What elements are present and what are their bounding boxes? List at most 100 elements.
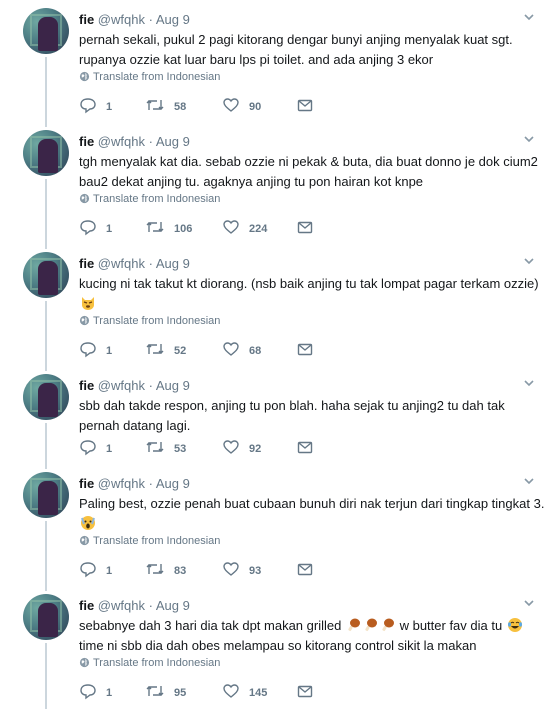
separator-dot: · — [148, 378, 153, 393]
timestamp[interactable]: Aug 9 — [156, 476, 190, 491]
envelope-icon — [297, 563, 313, 576]
chevron-down-icon[interactable] — [522, 475, 536, 487]
reply-button[interactable]: 1 — [79, 96, 112, 114]
avatar[interactable] — [23, 252, 69, 298]
scream-emoji — [81, 516, 95, 530]
avatar[interactable] — [23, 374, 69, 420]
tweet-actions: 1 95 145 — [79, 682, 319, 700]
like-button[interactable]: 92 — [222, 438, 261, 456]
envelope-icon — [297, 221, 313, 234]
drumstick-emoji — [365, 618, 377, 632]
tweet-header: fie @wfqhk · Aug 9 — [79, 256, 190, 271]
heart-icon — [223, 98, 239, 112]
tweet-text: pernah sekali, pukul 2 pagi kitorang den… — [79, 30, 549, 70]
like-button[interactable]: 68 — [222, 340, 261, 358]
translate-link[interactable]: Translate from Indonesian — [79, 193, 220, 206]
timestamp[interactable]: Aug 9 — [156, 378, 190, 393]
like-button[interactable]: 145 — [222, 682, 267, 700]
dm-button[interactable] — [297, 340, 313, 358]
dm-button[interactable] — [297, 96, 313, 114]
separator-dot: · — [148, 256, 153, 271]
username[interactable]: @wfqhk — [98, 598, 145, 613]
like-button[interactable]: 224 — [222, 218, 267, 236]
retweet-button[interactable]: 95 — [145, 682, 186, 700]
drumstick-emoji — [382, 618, 394, 632]
dm-button[interactable] — [297, 218, 313, 236]
separator-dot: · — [148, 12, 153, 27]
timestamp[interactable]: Aug 9 — [156, 134, 190, 149]
retweet-button[interactable]: 53 — [145, 438, 186, 456]
tweet[interactable]: fie @wfqhk · Aug 9 pernah sekali, pukul … — [0, 5, 557, 127]
separator-dot: · — [148, 476, 153, 491]
avatar[interactable] — [23, 130, 69, 176]
tweet-text: sbb dah takde respon, anjing tu pon blah… — [79, 396, 549, 436]
chevron-down-icon[interactable] — [522, 11, 536, 23]
retweet-count: 52 — [174, 345, 187, 357]
tweet[interactable]: fie @wfqhk · Aug 9 Paling best, ozzie pe… — [0, 469, 557, 591]
username[interactable]: @wfqhk — [98, 12, 145, 27]
username[interactable]: @wfqhk — [98, 256, 145, 271]
display-name[interactable]: fie — [79, 134, 94, 149]
reply-button[interactable]: 1 — [79, 340, 112, 358]
reply-count: 1 — [106, 565, 113, 577]
reply-button[interactable]: 1 — [79, 682, 112, 700]
retweet-button[interactable]: 58 — [145, 96, 186, 114]
display-name[interactable]: fie — [79, 256, 94, 271]
timestamp[interactable]: Aug 9 — [156, 12, 190, 27]
like-button[interactable]: 93 — [222, 560, 261, 578]
like-button[interactable]: 90 — [222, 96, 261, 114]
reply-icon — [80, 684, 96, 700]
avatar[interactable] — [23, 594, 69, 640]
tweet-header: fie @wfqhk · Aug 9 — [79, 476, 190, 491]
tweet[interactable]: fie @wfqhk · Aug 9 tgh menyalak kat dia.… — [0, 127, 557, 249]
cat-face-emoji — [82, 297, 94, 310]
display-name[interactable]: fie — [79, 598, 94, 613]
translate-link[interactable]: Translate from Indonesian — [79, 71, 220, 84]
retweet-button[interactable]: 106 — [145, 218, 192, 236]
reply-count: 1 — [106, 223, 113, 235]
reply-icon — [80, 220, 96, 236]
tweet-text-line: pernah sekali, pukul 2 pagi kitorang den… — [79, 32, 513, 47]
avatar[interactable] — [23, 472, 69, 518]
translate-link[interactable]: Translate from Indonesian — [79, 535, 220, 548]
thread-line — [45, 423, 47, 469]
display-name[interactable]: fie — [79, 12, 94, 27]
reply-button[interactable]: 1 — [79, 560, 112, 578]
chevron-down-icon[interactable] — [522, 255, 536, 267]
tweet-text-line: Paling best, ozzie penah buat cubaan bun… — [79, 496, 545, 511]
display-name[interactable]: fie — [79, 378, 94, 393]
avatar[interactable] — [23, 8, 69, 54]
reply-button[interactable]: 1 — [79, 218, 112, 236]
display-name[interactable]: fie — [79, 476, 94, 491]
like-count: 145 — [249, 687, 268, 699]
chevron-down-icon[interactable] — [522, 377, 536, 389]
tweet-header: fie @wfqhk · Aug 9 — [79, 598, 190, 613]
dm-button[interactable] — [297, 560, 313, 578]
heart-icon — [223, 440, 239, 454]
username[interactable]: @wfqhk — [98, 378, 145, 393]
like-count: 68 — [249, 345, 262, 357]
retweet-count: 58 — [174, 101, 187, 113]
tweet-text-line: pernah datang lagi. — [79, 418, 191, 433]
chevron-down-icon[interactable] — [522, 597, 536, 609]
retweet-button[interactable]: 52 — [145, 340, 186, 358]
like-count: 224 — [249, 223, 268, 235]
dm-button[interactable] — [297, 682, 313, 700]
dm-button[interactable] — [297, 438, 313, 456]
tweet-actions: 1 53 92 — [79, 438, 319, 456]
timestamp[interactable]: Aug 9 — [156, 598, 190, 613]
username[interactable]: @wfqhk — [98, 134, 145, 149]
tweet-text: tgh menyalak kat dia. sebab ozzie ni pek… — [79, 152, 549, 192]
timestamp[interactable]: Aug 9 — [156, 256, 190, 271]
tweet[interactable]: fie @wfqhk · Aug 9 sebabnye dah 3 hari d… — [0, 591, 557, 709]
tweet-header: fie @wfqhk · Aug 9 — [79, 12, 190, 27]
username[interactable]: @wfqhk — [98, 476, 145, 491]
retweet-button[interactable]: 83 — [145, 560, 186, 578]
reply-button[interactable]: 1 — [79, 438, 112, 456]
retweet-count: 106 — [174, 223, 193, 235]
translate-link[interactable]: Translate from Indonesian — [79, 657, 220, 670]
tweet[interactable]: fie @wfqhk · Aug 9 kucing ni tak takut k… — [0, 249, 557, 371]
tweet[interactable]: fie @wfqhk · Aug 9 sbb dah takde respon,… — [0, 371, 557, 469]
chevron-down-icon[interactable] — [522, 133, 536, 145]
translate-link[interactable]: Translate from Indonesian — [79, 315, 220, 328]
